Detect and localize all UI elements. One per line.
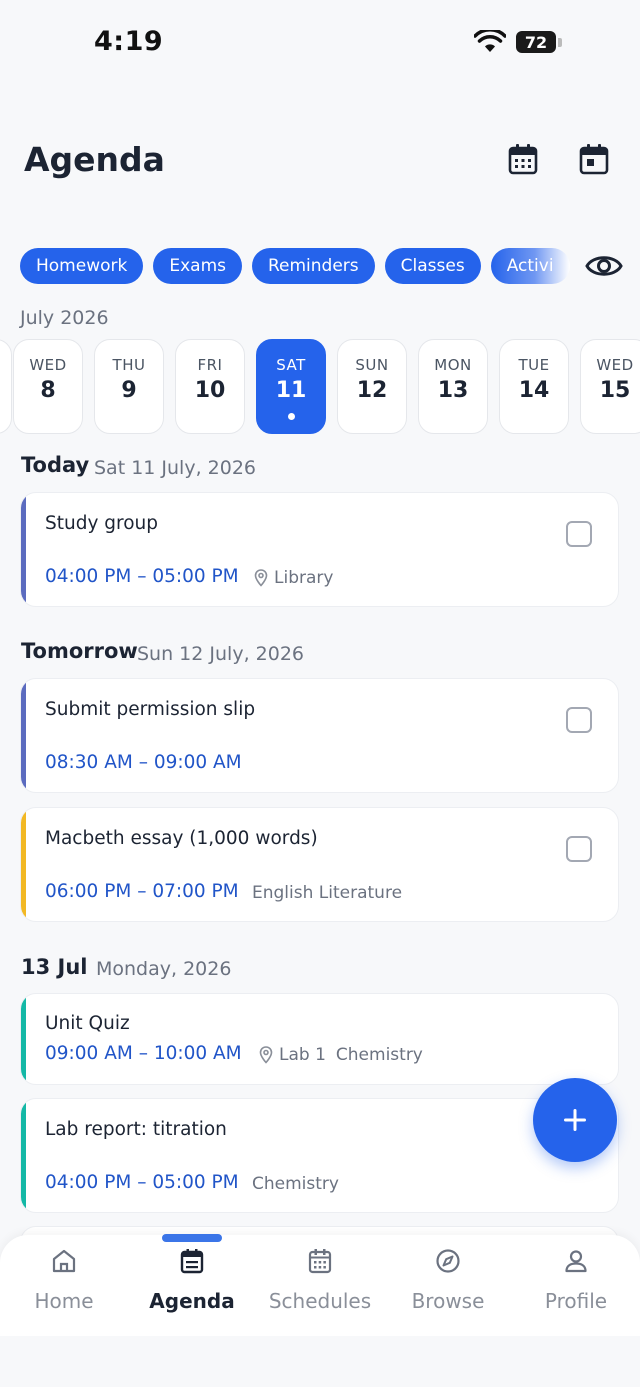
event-title: Macbeth essay (1,000 words) xyxy=(45,828,318,849)
month-calendar-button[interactable] xyxy=(506,141,540,177)
calendar-month-icon xyxy=(508,144,538,175)
battery-indicator: 72 xyxy=(516,31,556,53)
nav-agenda[interactable]: Agenda xyxy=(128,1245,256,1325)
calendar-grid-icon xyxy=(308,1249,332,1274)
category-stripe xyxy=(21,808,26,921)
location-pin-icon xyxy=(254,569,268,587)
day-cell[interactable]: WED 8 xyxy=(13,339,83,434)
event-time: 04:00 PM – 05:00 PM xyxy=(45,566,239,587)
event-card[interactable]: Macbeth essay (1,000 words) 06:00 PM – 0… xyxy=(20,807,619,922)
event-title: Submit permission slip xyxy=(45,699,256,720)
add-event-button[interactable] xyxy=(533,1078,617,1162)
event-title: Unit Quiz xyxy=(45,1013,130,1034)
day-calendar-button[interactable] xyxy=(577,141,611,177)
event-time: 09:00 AM – 10:00 AM xyxy=(45,1043,242,1064)
event-subject: Chemistry xyxy=(335,1045,423,1065)
section-title: Tomorrow xyxy=(21,639,138,663)
wifi-icon xyxy=(474,30,506,52)
compass-icon xyxy=(436,1249,460,1273)
bottom-nav: Home Agenda Schedules Browse Profile xyxy=(0,1234,640,1336)
category-stripe xyxy=(21,493,26,606)
event-meta: Lab 1 Chemistry xyxy=(259,1045,423,1065)
event-dot xyxy=(288,413,295,420)
agenda-icon xyxy=(180,1249,204,1274)
chip-activities[interactable]: Activi xyxy=(490,248,570,284)
home-indicator-area xyxy=(0,1336,640,1387)
event-title: Lab report: titration xyxy=(45,1119,227,1140)
chip-exams[interactable]: Exams xyxy=(153,248,242,284)
person-icon xyxy=(565,1250,587,1273)
category-stripe xyxy=(21,679,26,792)
chip-reminders[interactable]: Reminders xyxy=(251,248,375,284)
section-title: Today xyxy=(21,453,90,477)
day-cell[interactable]: TUE 14 xyxy=(499,339,569,434)
nav-profile[interactable]: Profile xyxy=(512,1245,640,1325)
chip-classes[interactable]: Classes xyxy=(384,248,481,284)
event-time: 04:00 PM – 05:00 PM xyxy=(45,1172,239,1193)
status-bar: 4:19 72 xyxy=(0,0,640,90)
month-label: July 2026 xyxy=(20,307,109,329)
event-subject: Chemistry xyxy=(252,1174,339,1194)
complete-checkbox[interactable] xyxy=(566,707,592,733)
category-stripe xyxy=(21,1099,26,1212)
category-stripe xyxy=(21,994,26,1084)
status-time: 4:19 xyxy=(94,26,164,57)
home-icon xyxy=(52,1249,76,1273)
day-cell-selected[interactable]: SAT 11 xyxy=(256,339,326,434)
day-strip: WED 8 THU 9 FRI 10 SAT 11 SUN 12 MON 13 TUE 14 … xyxy=(0,339,640,435)
filter-chips: Homework Exams Reminders Classes Activi xyxy=(20,248,570,286)
active-tab-indicator xyxy=(162,1234,222,1242)
section-subtitle: Monday, 2026 xyxy=(96,958,232,980)
section-title: 13 Jul xyxy=(21,955,88,979)
nav-browse[interactable]: Browse xyxy=(384,1245,512,1325)
eye-icon[interactable] xyxy=(585,250,623,282)
event-card[interactable]: Submit permission slip 08:30 AM – 09:00 … xyxy=(20,678,619,793)
nav-home[interactable]: Home xyxy=(0,1245,128,1325)
event-card[interactable]: Lab report: titration 04:00 PM – 05:00 P… xyxy=(20,1098,619,1213)
plus-icon xyxy=(564,1109,586,1131)
event-location: Lab 1 xyxy=(279,1045,326,1065)
section-subtitle: Sun 12 July, 2026 xyxy=(137,643,305,665)
day-cell[interactable]: FRI 10 xyxy=(175,339,245,434)
complete-checkbox[interactable] xyxy=(566,836,592,862)
day-cell-prev[interactable] xyxy=(0,339,12,434)
location-pin-icon xyxy=(259,1046,273,1064)
day-cell[interactable]: WED 15 xyxy=(580,339,640,434)
event-time: 06:00 PM – 07:00 PM xyxy=(45,881,239,902)
event-time: 08:30 AM – 09:00 AM xyxy=(45,752,242,773)
battery-nub xyxy=(558,38,562,47)
day-cell[interactable]: SUN 12 xyxy=(337,339,407,434)
day-cell[interactable]: MON 13 xyxy=(418,339,488,434)
event-card[interactable]: Study group 04:00 PM – 05:00 PM Library xyxy=(20,492,619,607)
nav-schedules[interactable]: Schedules xyxy=(256,1245,384,1325)
calendar-day-icon xyxy=(579,144,609,175)
complete-checkbox[interactable] xyxy=(566,521,592,547)
event-card[interactable]: Unit Quiz 09:00 AM – 10:00 AM Lab 1 Chem… xyxy=(20,993,619,1085)
event-location: Library xyxy=(254,568,333,588)
event-title: Study group xyxy=(45,513,159,534)
section-subtitle: Sat 11 July, 2026 xyxy=(94,457,257,479)
page-title: Agenda xyxy=(24,140,165,179)
chip-homework[interactable]: Homework xyxy=(20,248,144,284)
day-cell[interactable]: THU 9 xyxy=(94,339,164,434)
event-subject: English Literature xyxy=(252,883,403,903)
